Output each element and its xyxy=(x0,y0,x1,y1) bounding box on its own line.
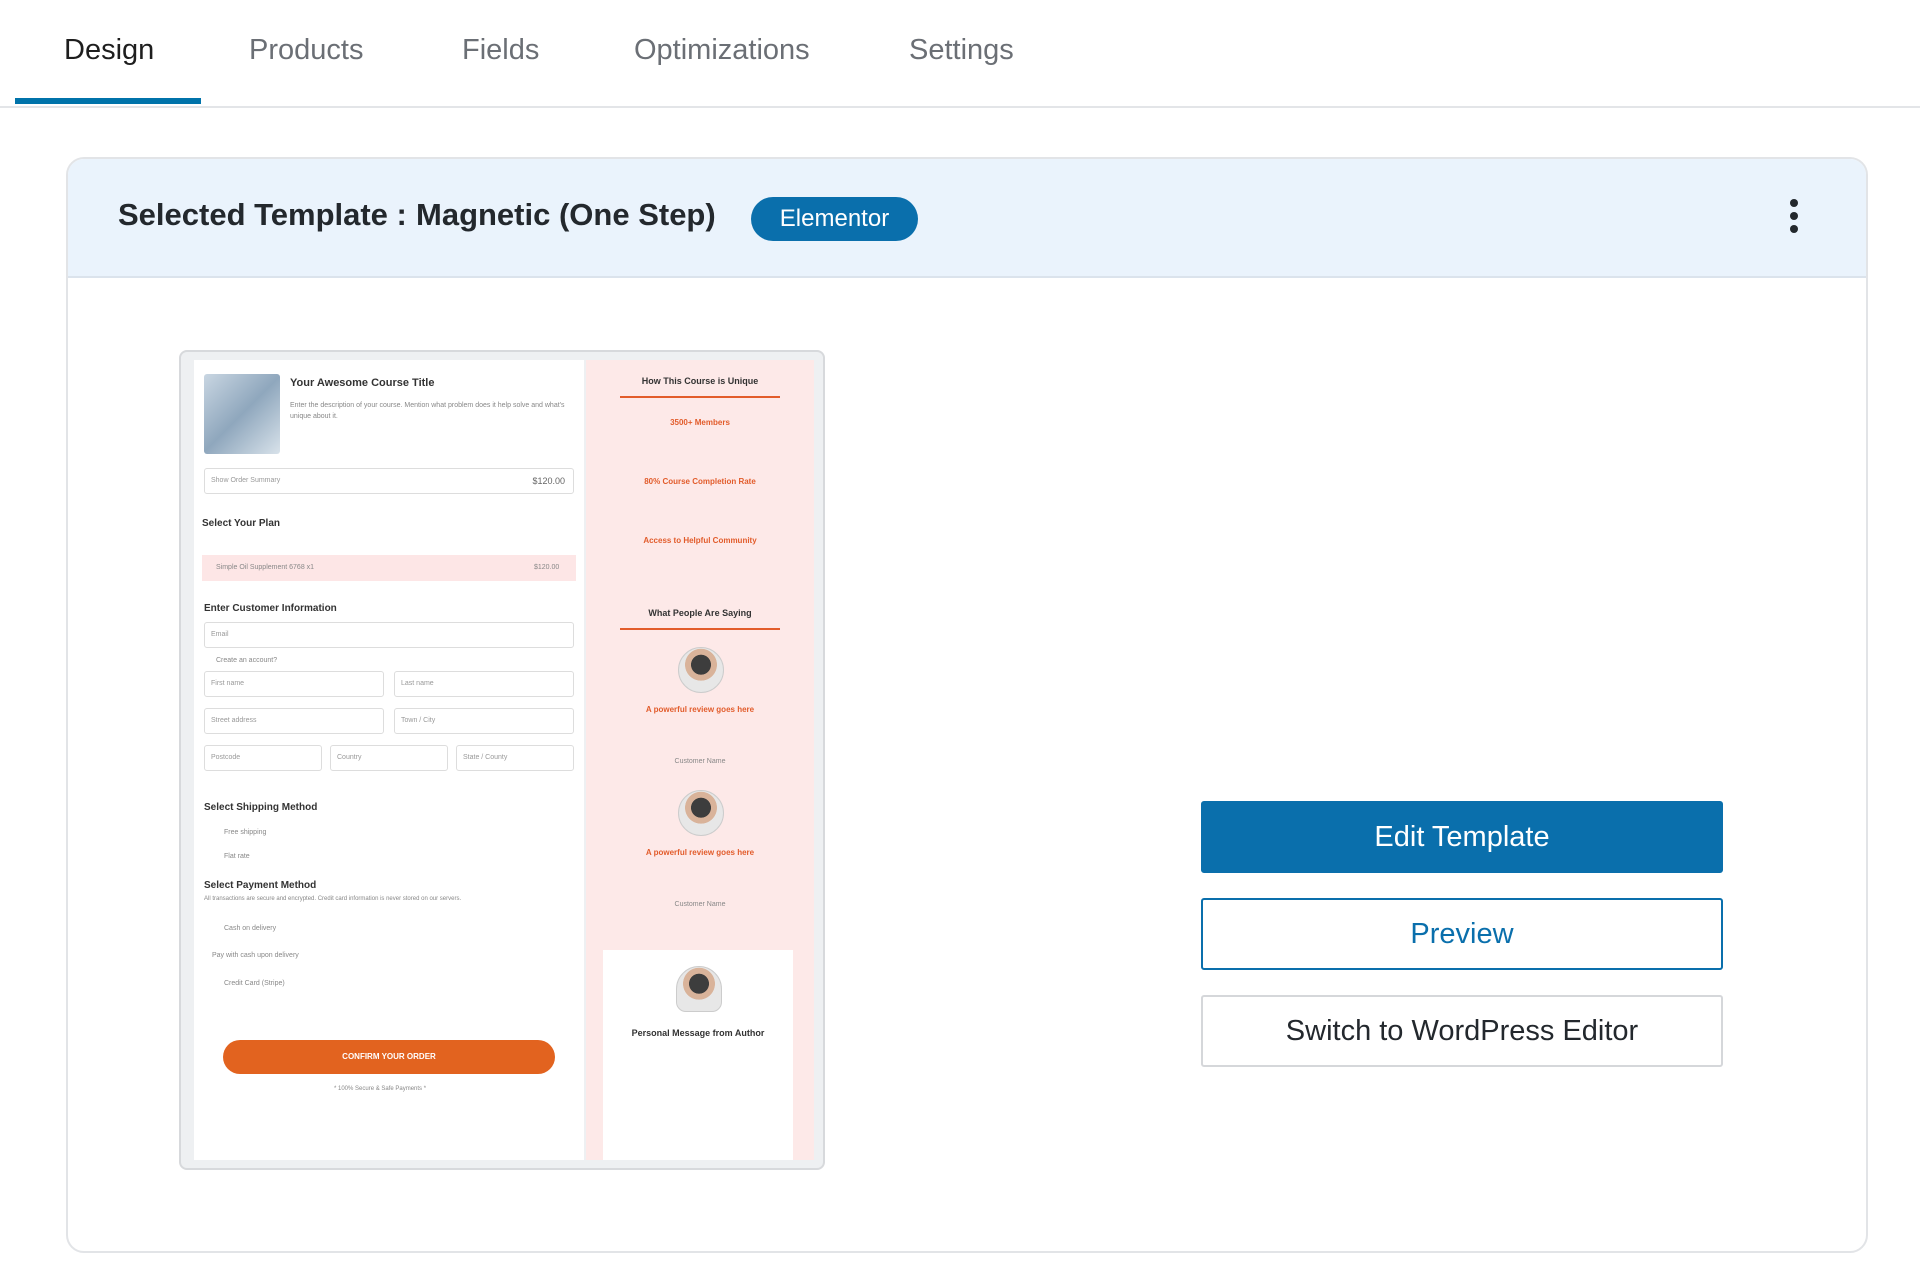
thumb-cod: Cash on delivery xyxy=(224,925,277,932)
thumb-order-summary: Show Order Summary $120.00 xyxy=(204,468,574,494)
thumb-review-1: A powerful review goes here xyxy=(645,705,755,714)
thumb-country: Country xyxy=(330,745,448,771)
thumb-cod-note: Pay with cash upon delivery xyxy=(212,952,299,959)
thumb-flat-rate: Flat rate xyxy=(224,853,250,860)
switch-editor-button[interactable]: Switch to WordPress Editor xyxy=(1201,995,1723,1067)
thumb-reviewer-avatar-2 xyxy=(678,790,724,836)
tab-products[interactable]: Products xyxy=(249,34,363,67)
card-header: Selected Template : Magnetic (One Step) … xyxy=(68,159,1866,278)
template-name: Magnetic (One Step) xyxy=(416,197,716,232)
thumb-customer-name-2: Customer Name xyxy=(674,901,726,908)
tab-design[interactable]: Design xyxy=(64,34,154,67)
thumb-author-avatar xyxy=(676,966,722,1012)
active-tab-indicator xyxy=(15,98,201,104)
thumb-street: Street address xyxy=(204,708,384,734)
tab-fields[interactable]: Fields xyxy=(462,34,539,67)
thumb-review-2: A powerful review goes here xyxy=(645,848,755,857)
edit-template-button[interactable]: Edit Template xyxy=(1201,801,1723,873)
thumb-town: Town / City xyxy=(394,708,574,734)
thumb-unique-heading: How This Course is Unique xyxy=(641,376,759,386)
thumb-saying-heading: What People Are Saying xyxy=(648,608,752,618)
course-image xyxy=(204,374,280,454)
thumb-secure: * 100% Secure & Safe Payments * xyxy=(334,1086,427,1092)
thumb-shipping-heading: Select Shipping Method xyxy=(204,802,318,813)
template-preview-thumbnail: Your Awesome Course Title Enter the desc… xyxy=(179,350,825,1170)
thumb-postcode: Postcode xyxy=(204,745,322,771)
thumb-author-card: Personal Message from Author xyxy=(603,950,793,1160)
kebab-menu-icon[interactable] xyxy=(1782,199,1806,239)
thumb-author-msg: Personal Message from Author xyxy=(631,1028,765,1038)
thumb-state: State / County xyxy=(456,745,574,771)
thumb-customer-info: Enter Customer Information xyxy=(204,603,337,614)
thumbnail-checkout-column: Your Awesome Course Title Enter the desc… xyxy=(194,360,584,1160)
thumb-reviewer-avatar-1 xyxy=(678,647,724,693)
thumb-payment-note: All transactions are secure and encrypte… xyxy=(204,896,462,902)
thumbnail-sidebar-column: How This Course is Unique 3500+ Members … xyxy=(586,360,814,1160)
thumb-order-total: $120.00 xyxy=(532,476,565,486)
template-card: Selected Template : Magnetic (One Step) … xyxy=(66,157,1868,1253)
thumb-plan-item: Simple Oil Supplement 6768 x1 xyxy=(216,564,315,571)
thumb-credit-card: Credit Card (Stripe) xyxy=(224,980,285,987)
preview-button[interactable]: Preview xyxy=(1201,898,1723,970)
thumb-payment-heading: Select Payment Method xyxy=(204,880,317,891)
thumb-divider-2 xyxy=(620,628,780,630)
thumb-members: 3500+ Members xyxy=(670,418,730,427)
thumb-completion: 80% Course Completion Rate xyxy=(644,477,756,486)
thumb-customer-name-1: Customer Name xyxy=(674,758,726,765)
thumb-order-summary-label: Show Order Summary xyxy=(211,477,281,484)
tab-optimizations[interactable]: Optimizations xyxy=(634,34,810,67)
selected-template-label: Selected Template : xyxy=(118,197,407,232)
thumb-last-name: Last name xyxy=(394,671,574,697)
tab-settings[interactable]: Settings xyxy=(909,34,1014,67)
thumb-free-shipping: Free shipping xyxy=(224,829,267,836)
thumb-plan-price: $120.00 xyxy=(534,564,560,571)
thumb-divider-1 xyxy=(620,396,780,398)
thumb-course-title: Your Awesome Course Title xyxy=(290,377,435,389)
thumb-email: Email xyxy=(204,622,574,648)
thumb-select-plan: Select Your Plan xyxy=(202,518,280,529)
thumb-community: Access to Helpful Community xyxy=(643,536,757,545)
thumb-first-name: First name xyxy=(204,671,384,697)
thumb-cta-button: CONFIRM YOUR ORDER xyxy=(223,1040,555,1074)
tab-bar: Design Products Fields Optimizations Set… xyxy=(0,0,1920,108)
builder-badge: Elementor xyxy=(751,197,918,241)
thumb-create-account: Create an account? xyxy=(216,657,278,664)
thumb-course-desc: Enter the description of your course. Me… xyxy=(290,402,565,420)
